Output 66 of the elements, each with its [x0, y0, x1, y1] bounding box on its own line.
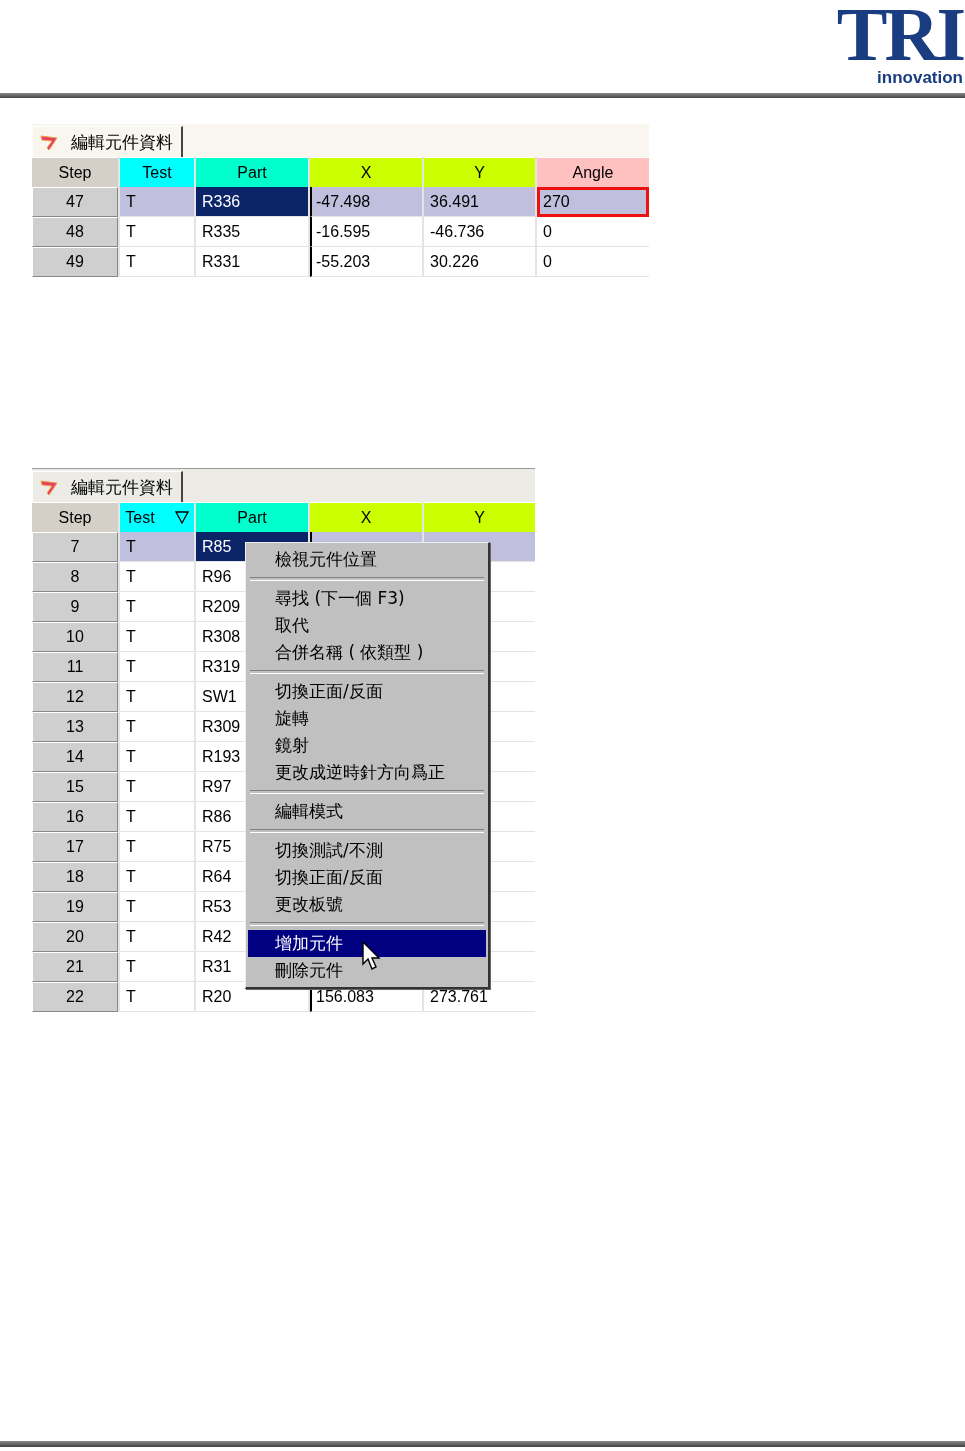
row-header[interactable]: 19 [32, 892, 118, 922]
table-cell: T [120, 742, 194, 772]
column-header[interactable]: X [310, 502, 422, 532]
table-cell: T [120, 982, 194, 1012]
table-cell: T [120, 922, 194, 952]
row-header[interactable]: 17 [32, 832, 118, 862]
tab-title: 編輯元件資料 [71, 475, 173, 499]
table-cell: T [120, 217, 194, 247]
row-header[interactable]: 7 [32, 532, 118, 562]
row-header[interactable]: 16 [32, 802, 118, 832]
column-header[interactable]: Part [196, 157, 308, 187]
table-cell: T [120, 772, 194, 802]
table-cell: T [120, 682, 194, 712]
table-cell: 30.226 [424, 247, 535, 277]
menu-item[interactable]: 增加元件 [248, 930, 486, 957]
table-cell: R335 [196, 217, 308, 247]
row-header[interactable]: 49 [32, 247, 118, 277]
table-cell: T [120, 892, 194, 922]
row-header[interactable]: 47 [32, 187, 118, 217]
row-header[interactable]: 48 [32, 217, 118, 247]
column-header[interactable]: Angle [537, 157, 649, 187]
table-cell: T [120, 652, 194, 682]
row-header[interactable]: 18 [32, 862, 118, 892]
row-header[interactable]: 14 [32, 742, 118, 772]
column-header[interactable]: X [310, 157, 422, 187]
row-header[interactable]: 11 [32, 652, 118, 682]
table-cell: -46.736 [424, 217, 535, 247]
table-cell: T [120, 802, 194, 832]
row-header[interactable]: 13 [32, 712, 118, 742]
table-cell: T [120, 622, 194, 652]
row-header[interactable]: 15 [32, 772, 118, 802]
table-cell: -55.203 [310, 247, 422, 277]
table-cell: -16.595 [310, 217, 422, 247]
row-header[interactable]: 20 [32, 922, 118, 952]
column-header[interactable]: Test [120, 502, 194, 532]
column-header[interactable]: Y [424, 157, 535, 187]
table-cell: T [120, 832, 194, 862]
table-cell: 0 [537, 247, 649, 277]
column-header[interactable]: Part [196, 502, 308, 532]
column-header[interactable]: Y [424, 502, 535, 532]
column-header[interactable]: Step [32, 502, 118, 532]
row-header[interactable]: 22 [32, 982, 118, 1012]
table-cell: R331 [196, 247, 308, 277]
table-cell: T [120, 562, 194, 592]
row-header[interactable]: 9 [32, 592, 118, 622]
table-cell: 0 [537, 217, 649, 247]
row-header[interactable]: 10 [32, 622, 118, 652]
table-cell: 270 [537, 187, 649, 217]
row-header[interactable]: 12 [32, 682, 118, 712]
row-header[interactable]: 8 [32, 562, 118, 592]
table-cell: R336 [196, 187, 308, 217]
table-cell: T [120, 187, 194, 217]
tab-title: 編輯元件資料 [71, 130, 173, 154]
table-cell: T [120, 592, 194, 622]
table-cell: T [120, 862, 194, 892]
table-cell: T [120, 952, 194, 982]
table-cell: -47.498 [310, 187, 422, 217]
table-cell: T [120, 712, 194, 742]
logo-subtitle: innovation [877, 68, 963, 88]
column-header[interactable]: Step [32, 157, 118, 187]
table-cell: T [120, 532, 194, 562]
table-cell: 36.491 [424, 187, 535, 217]
column-header[interactable]: Test [120, 157, 194, 187]
logo-title: TRI [836, 0, 963, 68]
row-header[interactable]: 21 [32, 952, 118, 982]
table-cell: T [120, 247, 194, 277]
